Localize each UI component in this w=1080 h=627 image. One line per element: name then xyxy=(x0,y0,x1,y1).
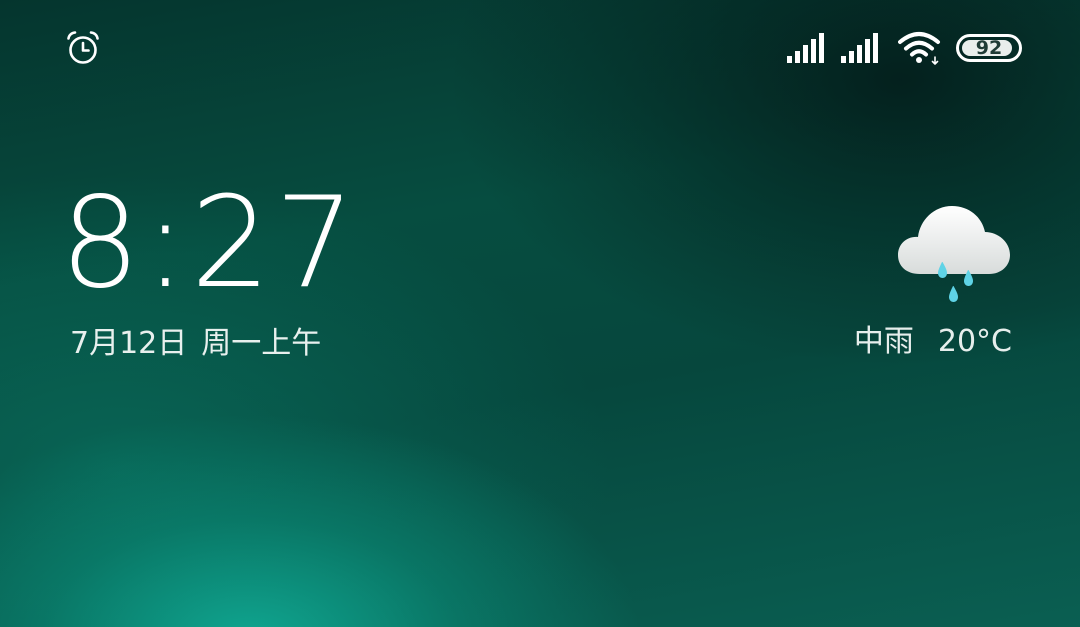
battery-icon: 92 xyxy=(956,34,1022,62)
cellular-signal-icon xyxy=(841,33,878,63)
lock-screen: 92 8:27 7月12日 周一上午 中雨 20°C xyxy=(0,0,1080,627)
weather-summary: 中雨 20°C xyxy=(854,320,1012,364)
weekday-period-text: 周一上午 xyxy=(201,326,322,361)
weather-condition: 中雨 xyxy=(853,324,914,359)
weather-temperature: 20°C xyxy=(937,324,1012,359)
cellular-signal-icon xyxy=(787,33,824,63)
alarm-clock-icon xyxy=(67,31,99,64)
status-icons: 92 xyxy=(786,31,1022,65)
battery-percentage: 92 xyxy=(975,37,1003,59)
clock-time[interactable]: 8:27 xyxy=(60,168,359,318)
cloud-rain-icon[interactable] xyxy=(894,198,1014,310)
clock-date: 7月12日 周一上午 xyxy=(70,322,321,366)
wifi-icon xyxy=(898,32,940,65)
date-text: 7月12日 xyxy=(70,326,188,361)
